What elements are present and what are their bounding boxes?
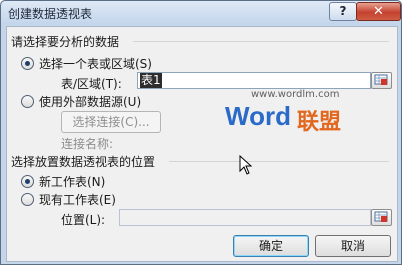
range-picker-icon [374,211,388,222]
option-table-range-label[interactable]: 选择一个表或区域(S) [39,55,152,72]
title-bar[interactable]: 创建数据透视表 ? ✕ [1,1,401,23]
range-picker-icon [374,74,388,85]
location-group-title: 选择放置数据透视表的位置 [11,155,156,169]
table-range-value: 表1 [140,73,162,88]
location-ref-button[interactable] [371,209,392,226]
table-range-input[interactable]: 表1 [137,72,371,89]
option-new-sheet-label[interactable]: 新工作表(N) [39,173,105,190]
watermark-url: www.wordlm.com [251,89,340,100]
watermark-brand-cn: 联盟 [297,110,342,135]
option-external-label[interactable]: 使用外部数据源(U) [39,93,141,110]
mouse-cursor-icon [239,155,253,175]
help-button[interactable]: ? [329,2,357,21]
ok-button[interactable]: 确定 [233,235,309,257]
dialog-title: 创建数据透视表 [8,7,93,21]
radio-existing-worksheet[interactable] [21,193,34,206]
radio-table-range[interactable] [21,57,34,70]
location-label: 位置(L): [61,213,106,227]
group-divider [133,41,389,42]
group-divider [169,161,389,162]
choose-connection-button[interactable]: 选择连接(C)... [61,111,161,133]
option-existing-sheet-label[interactable]: 现有工作表(E) [39,191,116,208]
create-pivottable-dialog: 创建数据透视表 ? ✕ 请选择要分析的数据 选择一个表或区域(S) 表/区域(T… [0,0,402,265]
radio-new-worksheet[interactable] [21,175,34,188]
close-button[interactable]: ✕ [356,2,401,21]
cancel-button[interactable]: 取消 [315,235,391,257]
location-input[interactable] [119,209,371,226]
analyze-group-title: 请选择要分析的数据 [11,35,120,49]
radio-external-source[interactable] [21,95,34,108]
table-range-label: 表/区域(T): [61,77,122,91]
watermark-word: Word [225,101,291,131]
connection-name-label: 连接名称: [61,137,114,151]
table-range-ref-button[interactable] [371,72,392,89]
dialog-body: 请选择要分析的数据 选择一个表或区域(S) 表/区域(T): 表1 www.wo… [6,26,398,262]
